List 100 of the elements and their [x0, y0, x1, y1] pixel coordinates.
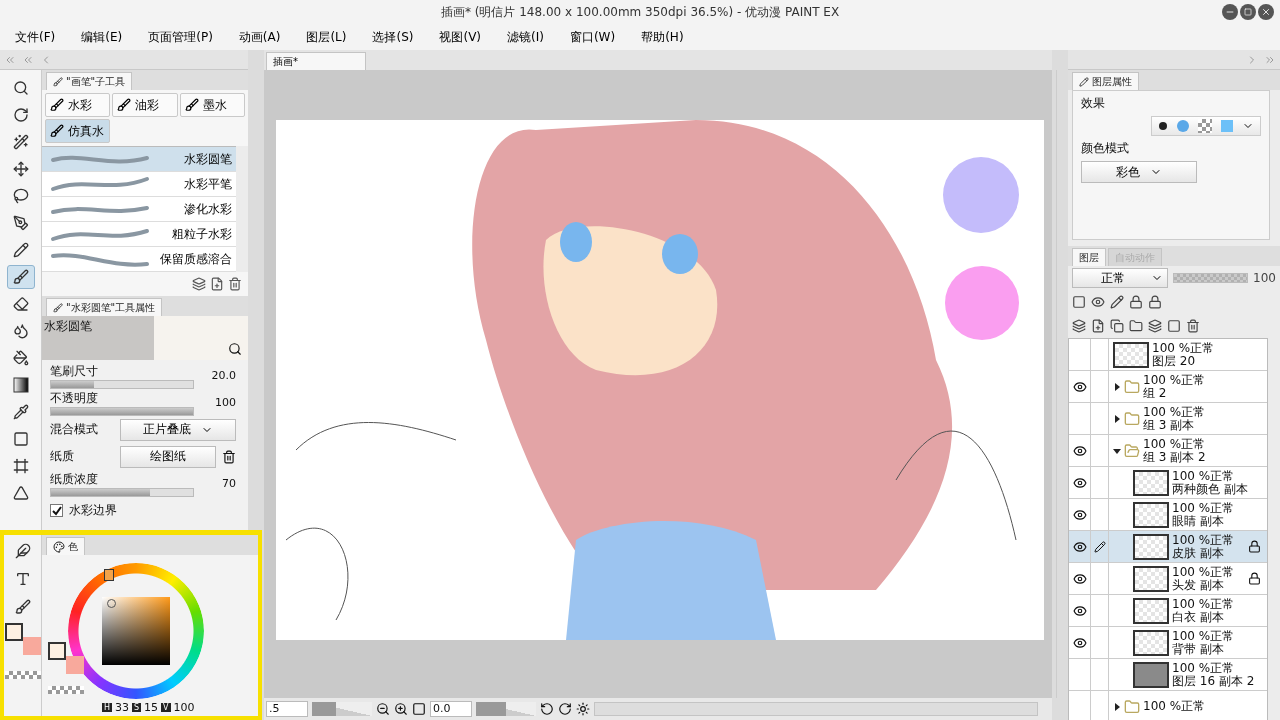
menu-item[interactable]: 滤镜(I): [500, 26, 551, 48]
wand-icon: [12, 134, 29, 150]
copy-icon[interactable]: [1110, 319, 1124, 333]
color-mode-dropdown[interactable]: 彩色: [1081, 161, 1197, 183]
rotate-right-icon[interactable]: [558, 702, 572, 716]
trash-icon[interactable]: [1186, 319, 1200, 333]
main-color-swatch[interactable]: [4, 623, 23, 641]
transparent-color-swatch[interactable]: [48, 686, 84, 694]
transparent-color-swatch[interactable]: [4, 671, 41, 679]
zoom-field[interactable]: .5: [266, 701, 308, 717]
menu-item[interactable]: 窗口(W): [562, 26, 623, 48]
layer-row[interactable]: 100 %正常 组 3 副本: [1069, 403, 1267, 435]
brush-list-item[interactable]: 水彩圆笔: [42, 147, 236, 172]
dropdown[interactable]: 正片叠底: [120, 418, 236, 441]
eye-icon[interactable]: [1072, 539, 1087, 554]
lock-icon[interactable]: [1148, 295, 1162, 309]
checkbox[interactable]: [50, 504, 63, 517]
trash-icon[interactable]: [228, 277, 242, 291]
expand-triangle-icon[interactable]: [1113, 702, 1121, 711]
layers-icon[interactable]: [1072, 319, 1086, 333]
eye-icon[interactable]: [1072, 443, 1087, 458]
layer-row[interactable]: 100 %正常 白衣 副本: [1069, 595, 1267, 627]
eye-icon[interactable]: [1072, 379, 1087, 394]
fit-icon[interactable]: [412, 702, 426, 716]
frame-icon: [12, 458, 29, 474]
layer-row[interactable]: 100 %正常 两种颜色 副本: [1069, 467, 1267, 499]
close-button[interactable]: [1258, 4, 1274, 20]
layer-row[interactable]: 100 %正常 背带 副本: [1069, 627, 1267, 659]
menu-item[interactable]: 编辑(E): [74, 26, 130, 48]
layer-row[interactable]: 100 %正常 头发 副本: [1069, 563, 1267, 595]
layer-row[interactable]: 100 %正常 组 2: [1069, 371, 1267, 403]
layer-row[interactable]: 100 %正常 图层 20: [1069, 339, 1267, 371]
expand-triangle-icon[interactable]: [1113, 414, 1121, 423]
layer-row[interactable]: 100 %正常: [1069, 691, 1267, 720]
color-tab[interactable]: 色: [46, 537, 85, 555]
pencil-icon[interactable]: [1110, 295, 1124, 309]
rotation-slider[interactable]: [476, 702, 536, 716]
panel-tab[interactable]: "画笔"子工具: [46, 72, 133, 90]
menu-item[interactable]: 选择(S): [365, 26, 421, 48]
layer-name: 组 2: [1143, 386, 1168, 400]
rotation-field[interactable]: 0.0: [430, 701, 472, 717]
opacity-value: 100: [1253, 271, 1276, 285]
subtool-group-button[interactable]: 水彩: [45, 93, 111, 117]
new-file-icon[interactable]: [210, 277, 224, 291]
layer-info: 100 %正常: [1143, 373, 1207, 387]
reset-icon[interactable]: [576, 702, 590, 716]
saturation-value-square[interactable]: [102, 597, 170, 665]
rotate-left-icon[interactable]: [540, 702, 554, 716]
slider[interactable]: [50, 487, 194, 497]
menu-item[interactable]: 帮助(H): [634, 26, 691, 48]
slider[interactable]: [50, 406, 194, 416]
subtool-group-button[interactable]: 油彩: [112, 93, 178, 117]
zoom-in-icon[interactable]: [394, 702, 408, 716]
menu-item[interactable]: 图层(L): [299, 26, 354, 48]
maximize-button[interactable]: [1240, 4, 1256, 20]
subtool-group-button[interactable]: 仿真水: [45, 119, 111, 143]
menu-item[interactable]: 动画(A): [231, 26, 288, 48]
layer-row[interactable]: 100 %正常 皮肤 副本: [1069, 531, 1267, 563]
layer-row[interactable]: 100 %正常 眼睛 副本: [1069, 499, 1267, 531]
new-layer-icon[interactable]: [1091, 319, 1105, 333]
eye-icon[interactable]: [1091, 295, 1105, 309]
collapse-triangle-icon[interactable]: [1113, 446, 1121, 455]
folder-icon[interactable]: [1129, 319, 1143, 333]
panel-tab[interactable]: 图层属性: [1072, 72, 1139, 90]
opacity-slider[interactable]: [1173, 273, 1249, 283]
eye-icon[interactable]: [1072, 603, 1087, 618]
sub-color-swatch[interactable]: [66, 656, 84, 674]
paint-bucket-icon: [12, 350, 29, 366]
menu-item[interactable]: 文件(F): [8, 26, 63, 48]
subtool-group-button[interactable]: 墨水: [179, 93, 245, 117]
document-tab[interactable]: 插画*: [266, 52, 366, 70]
layer-info: 100 %正常: [1172, 533, 1236, 547]
magnifier-icon[interactable]: [228, 342, 242, 356]
eye-icon[interactable]: [1072, 635, 1087, 650]
layer-row[interactable]: 100 %正常 组 3 副本 2: [1069, 435, 1267, 467]
zoom-slider[interactable]: [312, 702, 372, 716]
paper-texture-button[interactable]: 绘图纸: [120, 445, 216, 468]
horizontal-scrollbar[interactable]: [594, 702, 1038, 716]
main-color-swatch[interactable]: [48, 642, 66, 660]
expand-triangle-icon[interactable]: [1113, 382, 1121, 391]
layer-row[interactable]: 100 %正常 图层 16 副本 2: [1069, 659, 1267, 691]
blend-mode-dropdown[interactable]: 正常: [1072, 268, 1168, 288]
eye-icon[interactable]: [1072, 475, 1087, 490]
tool-button[interactable]: [6, 265, 35, 289]
menu-item[interactable]: 页面管理(P): [141, 26, 220, 48]
hue-marker[interactable]: [104, 569, 114, 581]
zoom-out-icon[interactable]: [376, 702, 390, 716]
sub-color-swatch[interactable]: [22, 637, 41, 655]
eye-icon[interactable]: [1072, 571, 1087, 586]
panel-tab[interactable]: 图层: [1072, 248, 1106, 266]
slider[interactable]: [50, 379, 194, 389]
menu-item[interactable]: 视图(V): [432, 26, 489, 48]
eye-icon[interactable]: [1072, 507, 1087, 522]
lock-icon[interactable]: [1129, 295, 1143, 309]
layer-name: 眼睛 副本: [1172, 514, 1224, 528]
minimize-button[interactable]: [1222, 4, 1238, 20]
layers-icon[interactable]: [192, 277, 206, 291]
effect-toolbar[interactable]: [1151, 116, 1261, 136]
color-square-icon[interactable]: [1072, 295, 1086, 309]
panel-tab[interactable]: "水彩圆笔"工具属性: [46, 298, 163, 316]
